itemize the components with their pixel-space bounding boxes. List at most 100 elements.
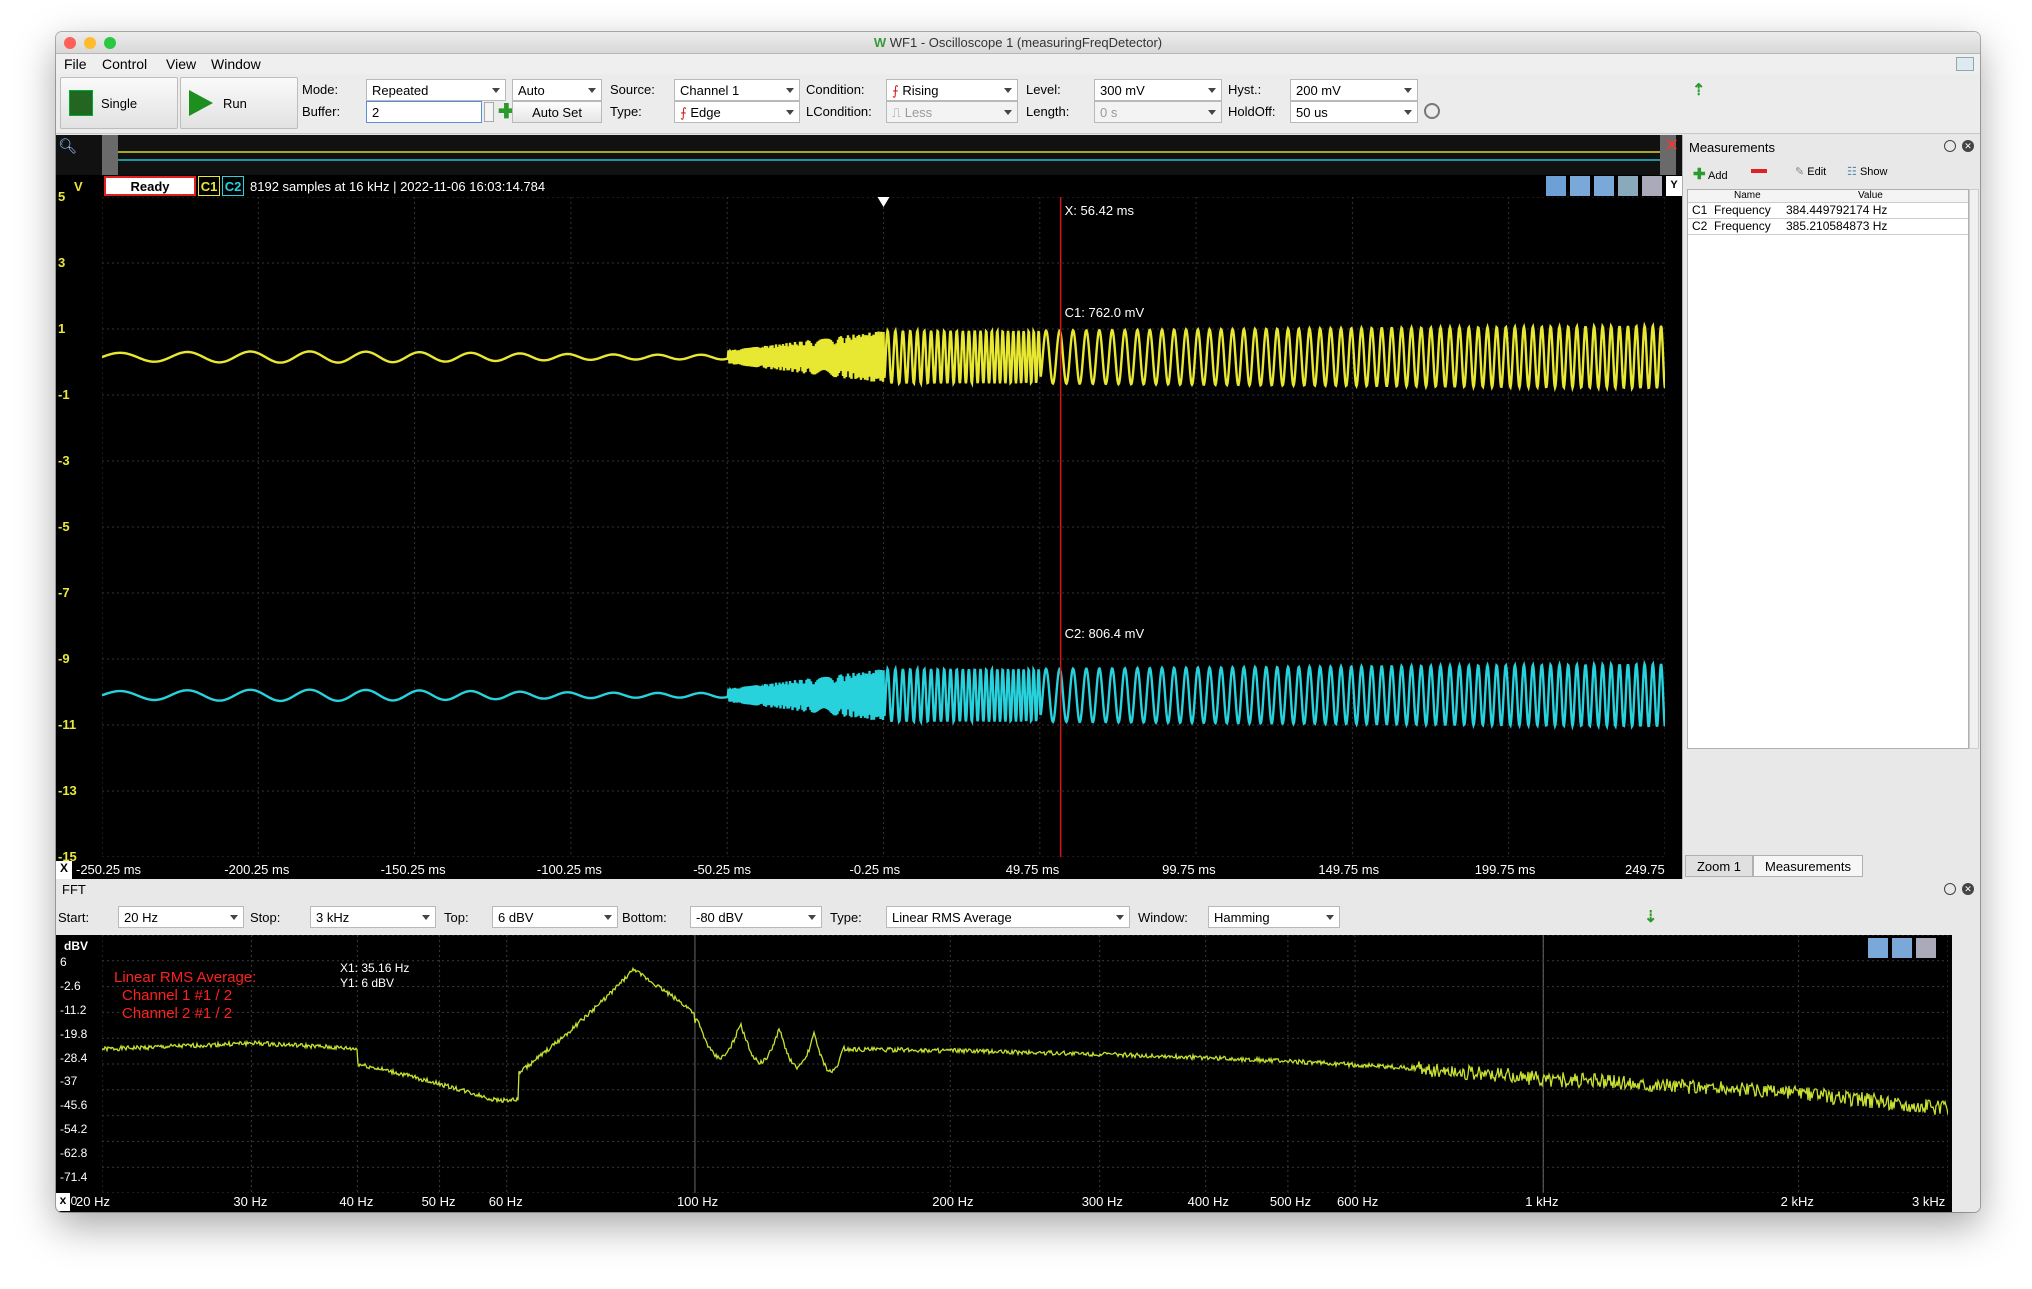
close-panel-icon[interactable]: ✕ bbox=[1962, 140, 1974, 152]
menu-view[interactable]: View bbox=[166, 56, 196, 72]
source-label: Source: bbox=[610, 82, 655, 97]
table-row[interactable]: C1 Frequency 384.449792174 Hz bbox=[1688, 203, 1968, 219]
fft-type-label: Type: bbox=[830, 910, 862, 925]
edit-measurement-button[interactable]: ✎ Edit bbox=[1795, 165, 1826, 178]
buffer-input[interactable]: 2 bbox=[366, 101, 482, 123]
fft-y-tick-label: 6 bbox=[60, 955, 67, 969]
restore-icon[interactable] bbox=[1956, 57, 1974, 71]
chevron-down-icon bbox=[1326, 915, 1334, 920]
single-button[interactable]: Single bbox=[60, 77, 178, 129]
auto-select[interactable]: Auto bbox=[512, 79, 602, 101]
zoom-magnifier-icon[interactable]: 🔍︎ bbox=[58, 137, 77, 155]
mode-select[interactable]: Repeated bbox=[366, 79, 506, 101]
lcondition-value: Less bbox=[904, 105, 933, 120]
y-axis-button[interactable]: Y bbox=[1666, 176, 1682, 196]
length-input[interactable]: 0 s bbox=[1094, 101, 1222, 123]
remove-measurement-icon[interactable] bbox=[1751, 169, 1767, 173]
fft-x-tick-label: 500 Hz bbox=[1269, 1194, 1312, 1209]
measurements-title: Measurements bbox=[1689, 140, 1775, 155]
fft-window-select[interactable]: Hamming bbox=[1208, 906, 1340, 928]
float-panel-icon[interactable] bbox=[1944, 140, 1956, 152]
holdoff-label: HoldOff: bbox=[1228, 104, 1276, 119]
fft-stop-input[interactable]: 3 kHz bbox=[310, 906, 436, 928]
hysteresis-input[interactable]: 200 mV bbox=[1290, 79, 1418, 101]
arrow-up-icon[interactable]: ⇡ bbox=[1692, 80, 1705, 100]
measurements-scrollbar[interactable] bbox=[1969, 189, 1979, 749]
pulse-icon: ⎍ bbox=[892, 105, 905, 120]
fft-type-select[interactable]: Linear RMS Average bbox=[886, 906, 1130, 928]
menu-control[interactable]: Control bbox=[102, 56, 147, 72]
scope-plot[interactable]: X: 56.42 ms C1: 762.0 mV C2: 806.4 mV bbox=[102, 197, 1665, 857]
channel-1-toggle[interactable]: C1 bbox=[198, 176, 220, 196]
close-panel-icon[interactable]: ✕ bbox=[1962, 883, 1974, 895]
settings-tool-icon[interactable] bbox=[1642, 176, 1662, 196]
fft-type-value: Linear RMS Average bbox=[892, 910, 1012, 925]
level-value: 300 mV bbox=[1100, 83, 1145, 98]
x-tick-label: -150.25 ms bbox=[380, 862, 446, 877]
row-channel: C2 bbox=[1692, 219, 1708, 233]
x-tick-label: -100.25 ms bbox=[536, 862, 602, 877]
holdoff-input[interactable]: 50 us bbox=[1290, 101, 1418, 123]
overview-left-handle[interactable] bbox=[102, 135, 118, 175]
fft-cursor-tool-icon[interactable] bbox=[1868, 938, 1888, 958]
table-row[interactable]: C2 Frequency 385.210584873 Hz bbox=[1688, 219, 1968, 235]
y-tick-label: -13 bbox=[58, 783, 77, 798]
x-axis-button[interactable]: X bbox=[56, 861, 72, 879]
trigger-type-select[interactable]: ⨍ Edge bbox=[674, 101, 800, 123]
run-button[interactable]: Run bbox=[180, 77, 298, 129]
close-icon[interactable]: ✕ bbox=[1664, 135, 1679, 156]
arrow-down-icon[interactable]: ⇣ bbox=[1644, 907, 1657, 927]
fft-start-input[interactable]: 20 Hz bbox=[118, 906, 244, 928]
y-tick-label: -7 bbox=[58, 585, 70, 600]
fft-y-tick-label: -54.2 bbox=[60, 1122, 88, 1137]
fft-plot-area[interactable]: dBV 6 -2.6 -11.2 -19.8 -28.4 -37 -45.6 -54.2 -62… bbox=[56, 935, 1952, 1212]
fft-x-tick-label: 600 Hz bbox=[1337, 1194, 1379, 1209]
fft-title: FFT bbox=[62, 882, 86, 897]
menu-window[interactable]: Window bbox=[211, 56, 261, 72]
buffer-stepper[interactable] bbox=[484, 102, 494, 122]
y-tick-label: 5 bbox=[58, 189, 66, 204]
fft-settings-tool-icon[interactable] bbox=[1916, 938, 1936, 958]
fft-bottom-input[interactable]: -80 dBV bbox=[690, 906, 822, 928]
y-tick-label: -11 bbox=[58, 717, 77, 732]
fft-y-tick-label: -2.6 bbox=[60, 978, 81, 993]
float-panel-icon[interactable] bbox=[1944, 883, 1956, 895]
channel-2-toggle[interactable]: C2 bbox=[222, 176, 244, 196]
fft-y-tick-label: -19.8 bbox=[60, 1026, 88, 1041]
chevron-down-icon bbox=[786, 88, 794, 93]
channel-1-trace bbox=[102, 321, 1665, 393]
x-tick-label: 149.75 ms bbox=[1318, 862, 1380, 877]
menu-file[interactable]: File bbox=[64, 56, 87, 72]
x-tick-label: -50.25 ms bbox=[693, 862, 751, 877]
list-tool-icon[interactable] bbox=[1618, 176, 1638, 196]
level-input[interactable]: 300 mV bbox=[1094, 79, 1222, 101]
align-tool-icon[interactable] bbox=[1594, 176, 1614, 196]
add-measurement-button[interactable]: ✚ Add bbox=[1693, 165, 1728, 183]
x-tick-label: -0.25 ms bbox=[849, 862, 901, 877]
settings-icon[interactable] bbox=[1424, 103, 1440, 119]
add-label: Add bbox=[1708, 170, 1728, 182]
condition-select[interactable]: ⨍ Rising bbox=[886, 79, 1018, 101]
source-select[interactable]: Channel 1 bbox=[674, 79, 800, 101]
fft-y-tick-label: -37 bbox=[60, 1074, 78, 1089]
tab-zoom-1[interactable]: Zoom 1 bbox=[1685, 855, 1753, 877]
show-measurements-button[interactable]: ☷ Show bbox=[1847, 165, 1887, 178]
tab-measurements[interactable]: Measurements bbox=[1753, 855, 1863, 877]
cursor-x-label: X: 56.42 ms bbox=[1065, 203, 1135, 218]
zoom-tool-icon[interactable] bbox=[1546, 176, 1566, 196]
chevron-down-icon bbox=[422, 915, 430, 920]
lcondition-select[interactable]: ⎍ Less bbox=[886, 101, 1018, 123]
fft-x-axis-button[interactable]: x bbox=[56, 1193, 70, 1211]
table-header: Name Value bbox=[1688, 190, 1968, 203]
cursor-tool-icon[interactable] bbox=[1570, 176, 1590, 196]
single-icon bbox=[69, 90, 93, 116]
bottom-value: -80 dBV bbox=[696, 910, 743, 925]
autoset-button[interactable]: Auto Set bbox=[512, 101, 602, 123]
fft-top-input[interactable]: 6 dBV bbox=[492, 906, 618, 928]
top-value: 6 dBV bbox=[498, 910, 534, 925]
column-value: Value bbox=[1858, 190, 1883, 201]
overview-strip[interactable]: 🔍︎ ✕ bbox=[56, 135, 1682, 175]
fft-align-tool-icon[interactable] bbox=[1892, 938, 1912, 958]
condition-label: Condition: bbox=[806, 82, 865, 97]
fft-y-tick-label: -71.4 bbox=[60, 1170, 88, 1184]
